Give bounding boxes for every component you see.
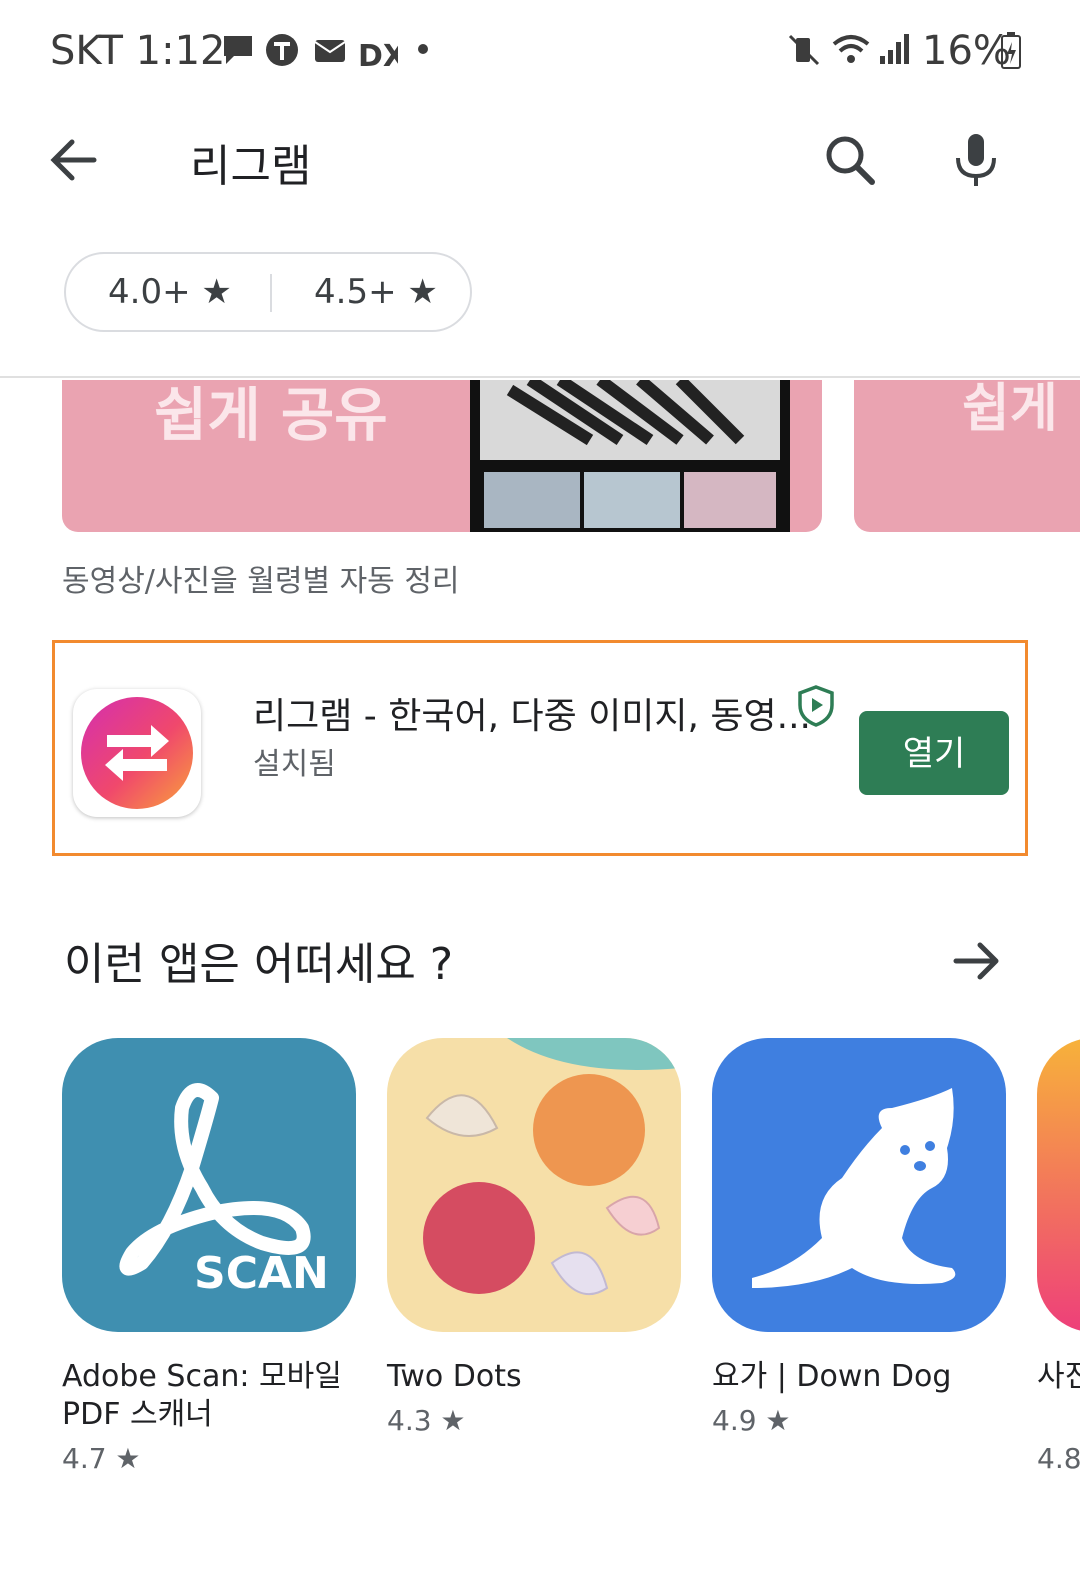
wifi-icon [832,35,870,63]
scan-label: SCAN [194,1248,329,1299]
signal-icon [880,34,909,64]
app-name: Two Dots [387,1359,522,1394]
partial-app-icon [1037,1038,1080,1332]
carrier-time: SKT 1:12 [50,28,226,74]
naver-mail-icon [314,40,346,62]
adobe-scan-icon: SCAN [62,1038,356,1332]
screenshot-banner[interactable]: 쉽게 공유 [62,380,822,532]
filter-4-0[interactable]: 4.0+ ★ [108,254,232,330]
app-rating: 4.7 ★ [62,1442,141,1475]
status-bar: SKT 1:12 DX 16% [0,0,1080,100]
rating-filter-chips: 4.0+ ★ 4.5+ ★ [64,252,472,332]
two-dots-icon [387,1038,681,1332]
filter-4-5[interactable]: 4.5+ ★ [314,254,438,330]
section-title: 이런 앱은 어떠세요 ? [64,939,454,990]
banner-text-2: 쉽게 [962,380,1058,439]
dot-icon [418,44,428,54]
app-rating: 4.8 [1037,1442,1080,1475]
arrow-right-icon[interactable] [950,934,1004,988]
app-rating: 4.3 ★ [387,1404,466,1437]
app-card-two-dots[interactable]: Two Dots 4.3 ★ [387,1038,681,1437]
install-status: 설치됨 [253,747,336,782]
tmap-icon [266,34,298,66]
microphone-icon[interactable] [944,128,1008,192]
app-name: 요가 | Down Dog [712,1359,952,1394]
screenshot-banner-2[interactable]: 쉽게 [854,380,1080,532]
app-title: 리그램 - 한국어, 다중 이미지, 동영... [253,696,811,737]
dx-icon: DX [358,39,398,72]
message-icon [224,36,252,64]
app-card-partial[interactable]: 사진 Ed 4.8 [1037,1038,1080,1518]
back-arrow-icon[interactable] [42,128,106,192]
app-name: 사진 Ed [1037,1359,1080,1394]
app-name: Adobe Scan: 모바일 PDF 스캐너 [62,1359,342,1432]
chip-divider [270,274,272,312]
app-card-down-dog[interactable]: 요가 | Down Dog 4.9 ★ [712,1038,1006,1437]
svg-text:DX: DX [358,39,398,72]
app-result-row[interactable]: 리그램 - 한국어, 다중 이미지, 동영... 설치됨 열기 [52,640,1028,856]
app-card-adobe-scan[interactable]: SCAN Adobe Scan: 모바일 PDF 스캐너 4.7 ★ [62,1038,356,1475]
search-icon[interactable] [818,128,882,192]
banner-text: 쉽게 공유 [154,381,388,449]
open-button[interactable]: 열기 [859,711,1009,795]
play-protect-shield-icon [798,685,834,727]
regram-app-icon [73,689,201,817]
phone-preview [470,380,790,532]
banner-caption: 동영상/사진을 월령별 자동 정리 [62,564,460,599]
down-dog-icon [712,1038,1006,1332]
app-rating: 4.9 ★ [712,1404,791,1437]
search-query[interactable]: 리그램 [190,130,311,194]
battery-percent: 16% [922,28,1011,74]
battery-charging-icon [1001,32,1021,69]
divider [0,376,1080,378]
vibrate-mute-icon [788,34,820,66]
search-bar: 리그램 [0,100,1080,220]
